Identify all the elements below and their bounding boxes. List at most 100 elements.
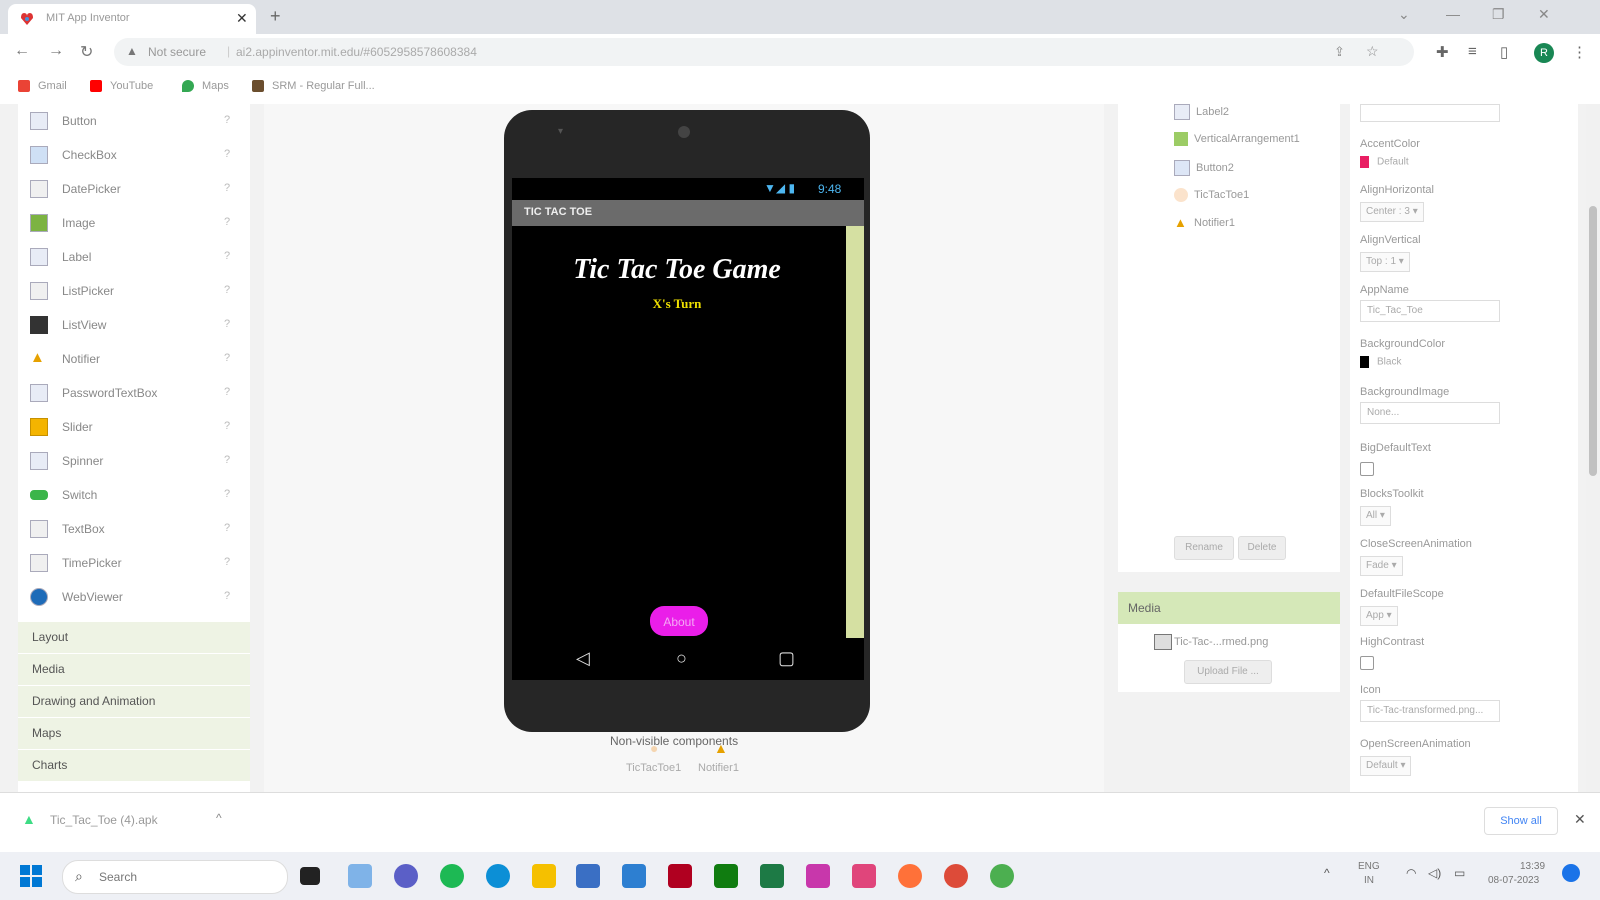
- store-icon[interactable]: [576, 864, 600, 888]
- alignvertical-select[interactable]: Top : 1 ▾: [1360, 252, 1410, 272]
- tab-search-icon[interactable]: ⌄: [1398, 6, 1410, 23]
- help-icon[interactable]: ?: [224, 522, 230, 534]
- help-icon[interactable]: ?: [224, 114, 230, 126]
- weather-widget-icon[interactable]: [348, 864, 372, 888]
- icon-input[interactable]: Tic-Tac-transformed.png...: [1360, 700, 1500, 722]
- file-explorer-icon[interactable]: [532, 864, 556, 888]
- home-circle-icon[interactable]: ○: [676, 648, 687, 669]
- chrome-icon[interactable]: [944, 864, 968, 888]
- close-window-icon[interactable]: ✕: [1538, 6, 1550, 23]
- language-indicator[interactable]: ENG: [1358, 861, 1380, 872]
- not-secure-icon[interactable]: ▲: [126, 44, 138, 58]
- backgroundcolor-value[interactable]: Black: [1360, 356, 1401, 368]
- excel-icon[interactable]: [760, 864, 784, 888]
- palette-item-passwordtextbox[interactable]: PasswordTextBox?: [18, 376, 250, 410]
- palette-item-datepicker[interactable]: DatePicker?: [18, 172, 250, 206]
- region-indicator[interactable]: IN: [1364, 875, 1374, 886]
- palette-item-listview[interactable]: ListView?: [18, 308, 250, 342]
- download-file-name[interactable]: Tic_Tac_Toe (4).apk: [50, 813, 158, 827]
- palette-item-image[interactable]: Image?: [18, 206, 250, 240]
- palette-item-switch[interactable]: Switch?: [18, 478, 250, 512]
- mail-icon[interactable]: [622, 864, 646, 888]
- bookmark-youtube[interactable]: YouTube: [90, 80, 153, 93]
- palette-category-media[interactable]: Media: [18, 654, 250, 686]
- xbox-icon[interactable]: [714, 864, 738, 888]
- bookmark-star-icon[interactable]: ☆: [1366, 43, 1379, 60]
- palette-category-maps[interactable]: Maps: [18, 718, 250, 750]
- defaultfilescope-select[interactable]: App ▾: [1360, 606, 1398, 626]
- delete-button[interactable]: Delete: [1238, 536, 1286, 560]
- palette-item-spinner[interactable]: Spinner?: [18, 444, 250, 478]
- share-icon[interactable]: ⇪: [1334, 44, 1345, 60]
- bigdefaulttext-checkbox[interactable]: [1360, 462, 1374, 476]
- help-icon[interactable]: ?: [224, 148, 230, 160]
- about-button[interactable]: About: [650, 606, 708, 636]
- palette-item-slider[interactable]: Slider?: [18, 410, 250, 444]
- url-text[interactable]: ai2.appinventor.mit.edu/#605295857860838…: [236, 45, 477, 59]
- bookmark-srm[interactable]: SRM - Regular Full...: [252, 80, 375, 93]
- taskbar-search-box[interactable]: ⌕ Search: [62, 860, 288, 894]
- backgroundimage-input[interactable]: None...: [1360, 402, 1500, 424]
- extensions-icon[interactable]: ✚: [1436, 43, 1449, 61]
- nonvisible-item[interactable]: Notifier1: [698, 762, 739, 774]
- browser-tab[interactable]: MIT App Inventor ✕: [8, 4, 256, 34]
- bookmark-maps[interactable]: Maps: [182, 80, 229, 93]
- firefox-icon[interactable]: [898, 864, 922, 888]
- help-icon[interactable]: ?: [224, 420, 230, 432]
- palette-item-checkbox[interactable]: CheckBox?: [18, 138, 250, 172]
- help-icon[interactable]: ?: [224, 556, 230, 568]
- palette-category-drawing[interactable]: Drawing and Animation: [18, 686, 250, 718]
- help-icon[interactable]: ?: [224, 216, 230, 228]
- palette-item-label[interactable]: Label?: [18, 240, 250, 274]
- tree-item-label2[interactable]: Label2: [1174, 104, 1229, 120]
- tree-item-notifier1[interactable]: ▲ Notifier1: [1174, 216, 1235, 230]
- restore-icon[interactable]: ❐: [1492, 6, 1505, 23]
- forward-icon[interactable]: →: [48, 42, 64, 60]
- chrome-active-icon[interactable]: [990, 864, 1014, 888]
- help-icon[interactable]: ?: [224, 318, 230, 330]
- back-triangle-icon[interactable]: ◁: [576, 648, 590, 669]
- tab-close-icon[interactable]: ✕: [236, 10, 248, 27]
- tree-item-button2[interactable]: Button2: [1174, 160, 1234, 176]
- menu-icon[interactable]: ⋮: [1572, 43, 1587, 61]
- openscreenanimation-select[interactable]: Default ▾: [1360, 756, 1412, 776]
- help-icon[interactable]: ?: [224, 250, 230, 262]
- windows-start-icon[interactable]: [20, 865, 42, 887]
- help-icon[interactable]: ?: [224, 590, 230, 602]
- download-chevron-up-icon[interactable]: ^: [216, 811, 222, 825]
- help-icon[interactable]: ?: [224, 182, 230, 194]
- reload-icon[interactable]: ↻: [80, 42, 93, 62]
- profile-avatar[interactable]: R: [1534, 43, 1554, 63]
- volume-icon[interactable]: ◁): [1428, 866, 1441, 880]
- help-icon[interactable]: ?: [224, 352, 230, 364]
- task-view-icon[interactable]: [300, 867, 320, 885]
- recents-square-icon[interactable]: ▢: [778, 648, 795, 669]
- nonvisible-item[interactable]: TicTacToe1: [626, 762, 681, 774]
- help-icon[interactable]: ?: [224, 454, 230, 466]
- alignhorizontal-select[interactable]: Center : 3 ▾: [1360, 202, 1424, 222]
- instagram-icon[interactable]: [806, 864, 830, 888]
- palette-item-timepicker[interactable]: TimePicker?: [18, 546, 250, 580]
- highcontrast-checkbox[interactable]: [1360, 656, 1374, 670]
- spotify-icon[interactable]: [440, 864, 464, 888]
- app-red-icon[interactable]: [668, 864, 692, 888]
- accentcolor-value[interactable]: Default: [1360, 156, 1409, 168]
- close-download-bar-icon[interactable]: ✕: [1574, 811, 1586, 828]
- scrollbar-thumb[interactable]: [1589, 206, 1597, 476]
- show-all-button[interactable]: Show all: [1484, 807, 1558, 835]
- palette-item-listpicker[interactable]: ListPicker?: [18, 274, 250, 308]
- help-icon[interactable]: ?: [224, 488, 230, 500]
- media-control-icon[interactable]: ≡: [1468, 43, 1477, 60]
- edge-icon[interactable]: [486, 864, 510, 888]
- upload-file-button[interactable]: Upload File ...: [1184, 660, 1272, 684]
- side-panel-icon[interactable]: ▯: [1500, 43, 1508, 61]
- page-scrollbar[interactable]: [1586, 104, 1600, 792]
- palette-category-layout[interactable]: Layout: [18, 622, 250, 654]
- palette-item-notifier[interactable]: ▲ Notifier?: [18, 342, 250, 376]
- address-bar[interactable]: ▲ Not secure | ai2.appinventor.mit.edu/#…: [114, 38, 1414, 66]
- notifications-icon[interactable]: [1562, 864, 1580, 882]
- tray-chevron-icon[interactable]: ^: [1324, 866, 1330, 880]
- calendar-app-icon[interactable]: [852, 864, 876, 888]
- rename-button[interactable]: Rename: [1174, 536, 1234, 560]
- help-icon[interactable]: ?: [224, 284, 230, 296]
